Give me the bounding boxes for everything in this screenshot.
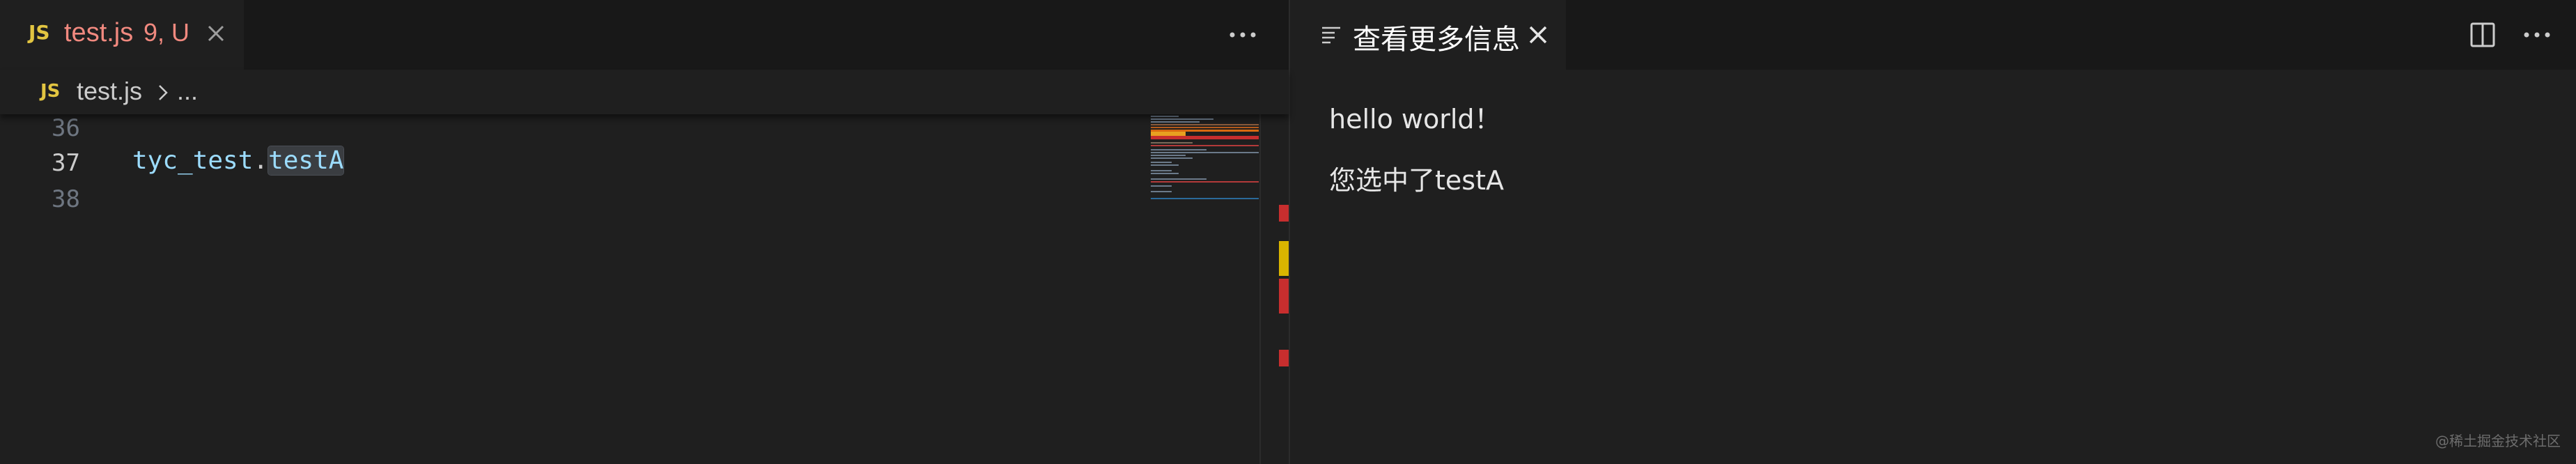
code-dot: . [253, 146, 269, 175]
tab-test-js[interactable]: JS test.js 9, U [0, 0, 244, 70]
breadcrumb: JS test.js ... [0, 70, 1289, 114]
selected-identifier[interactable]: testA [267, 146, 345, 176]
left-editor-group: JS test.js 9, U JS test.js ... 36 37 38 … [0, 0, 1289, 464]
line-number-current: 37 [52, 149, 80, 177]
close-icon[interactable] [202, 20, 230, 47]
webview-tab-bar: 查看更多信息 [1290, 0, 2576, 70]
close-icon[interactable] [1524, 21, 1552, 49]
tab-title: 查看更多信息 [1353, 24, 1520, 56]
overview-ruler [1279, 205, 1289, 366]
vertical-scrollbar[interactable] [1259, 114, 1261, 464]
tab-problem-status: 9, U [143, 18, 190, 47]
javascript-file-icon: JS [29, 21, 50, 44]
vscode-window: JS test.js 9, U JS test.js ... 36 37 38 … [0, 0, 2576, 464]
watermark: @稀土掘金技术社区 [2435, 433, 2561, 449]
chevron-right-icon [159, 85, 168, 100]
right-editor-group: 查看更多信息 hello world！ 您选中了testA @稀土掘金技术社区 [1290, 0, 2576, 464]
split-editor-icon[interactable] [2469, 21, 2497, 49]
tab-more-info[interactable]: 查看更多信息 [1290, 0, 1566, 70]
breadcrumb-file[interactable]: test.js [77, 77, 142, 106]
more-actions-icon[interactable] [1227, 21, 1258, 49]
preview-icon [1322, 26, 1340, 44]
more-actions-icon[interactable] [2522, 21, 2552, 49]
minimap[interactable] [1149, 114, 1261, 254]
breadcrumb-symbol[interactable]: ... [177, 77, 198, 106]
line-number: 36 [52, 114, 80, 142]
tab-filename: test.js [64, 18, 134, 47]
editor-tab-bar: JS test.js 9, U [0, 0, 1289, 70]
webview-text-hello: hello world！ [1329, 104, 1501, 134]
line-number: 38 [52, 185, 80, 213]
javascript-file-icon: JS [40, 81, 61, 102]
webview-text-selection: 您选中了testA [1329, 165, 1504, 196]
code-line[interactable]: tyc_test.testA [132, 146, 345, 176]
code-object: tyc_test [132, 146, 254, 175]
code-editor[interactable]: 36 37 38 tyc_test.testA [0, 114, 1149, 464]
